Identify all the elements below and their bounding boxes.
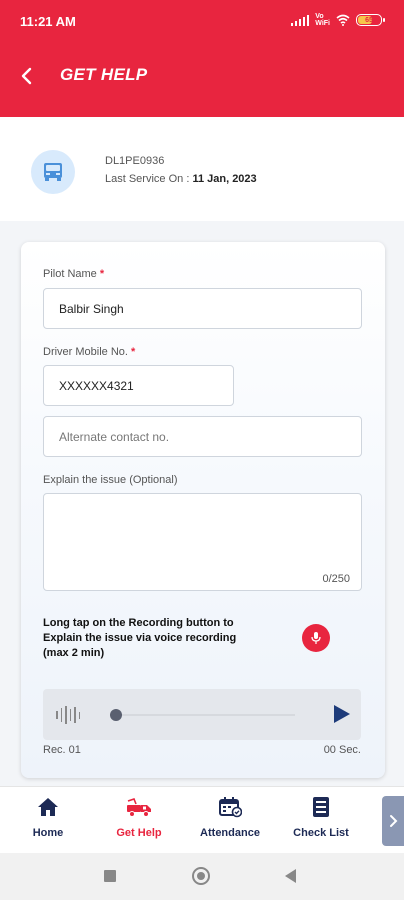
last-service-date: 11 Jan, 2023	[192, 173, 257, 185]
signal-icon	[290, 14, 310, 26]
nav-more-button[interactable]	[382, 796, 404, 846]
status-time: 11:21 AM	[20, 14, 76, 29]
back-button[interactable]	[14, 63, 38, 89]
chevron-left-icon	[21, 67, 32, 85]
issue-textarea[interactable]: 0/250	[43, 493, 362, 591]
calendar-icon	[190, 795, 270, 819]
driver-mobile-field[interactable]: XXXXXX4321	[43, 365, 234, 406]
nav-get-help-label: Get Help	[116, 827, 162, 839]
driver-mobile-value: XXXXXX4321	[59, 378, 134, 393]
issue-label: Explain the issue (Optional)	[43, 474, 178, 486]
home-circle-icon[interactable]	[192, 867, 210, 885]
playback-track[interactable]	[115, 714, 295, 716]
recent-apps-icon[interactable]	[104, 870, 116, 882]
vehicle-number: DL1PE0936	[105, 155, 165, 167]
nav-attendance[interactable]: Attendance	[190, 795, 270, 839]
pilot-name-field[interactable]: Balbir Singh	[43, 288, 362, 329]
nav-check-list-label: Check List	[293, 827, 349, 839]
nav-attendance-label: Attendance	[200, 827, 260, 839]
play-button[interactable]	[329, 702, 353, 726]
audio-player	[43, 689, 361, 740]
truck-tow-icon	[99, 795, 179, 819]
last-service: Last Service On : 11 Jan, 2023	[105, 173, 257, 185]
alternate-contact-field[interactable]: Alternate contact no.	[43, 416, 362, 457]
battery-icon: 65	[356, 14, 385, 26]
nav-get-help[interactable]: Get Help	[99, 795, 179, 839]
home-icon	[8, 795, 88, 819]
waveform-icon	[56, 706, 80, 724]
driver-mobile-label: Driver Mobile No. *	[43, 346, 136, 358]
app-header: 11:21 AM Vo WiFi 65 GET HELP	[0, 0, 404, 117]
nav-check-list[interactable]: Check List	[281, 795, 361, 839]
help-form-card: Pilot Name * Balbir Singh Driver Mobile …	[21, 242, 385, 778]
truck-icon	[31, 150, 75, 194]
checklist-icon	[281, 795, 361, 819]
status-icons: Vo WiFi 65	[290, 13, 385, 27]
wifi-icon	[336, 14, 350, 26]
vehicle-info: DL1PE0936 Last Service On : 11 Jan, 2023	[0, 117, 404, 221]
issue-char-counter: 0/250	[322, 573, 350, 585]
last-service-label: Last Service On :	[105, 173, 190, 185]
play-icon	[334, 705, 350, 723]
nav-home[interactable]: Home	[8, 795, 88, 839]
microphone-icon	[311, 632, 321, 644]
pilot-name-label: Pilot Name *	[43, 268, 105, 280]
bottom-nav: Home Get Help Attendance Check List	[0, 786, 404, 853]
system-nav-bar	[0, 853, 404, 900]
playback-seek-handle[interactable]	[110, 709, 122, 721]
chevron-right-icon	[390, 815, 398, 827]
record-button[interactable]	[302, 624, 330, 652]
alternate-contact-placeholder: Alternate contact no.	[59, 429, 170, 444]
recording-duration: 00 Sec.	[323, 744, 361, 756]
status-bar: 11:21 AM Vo WiFi 65	[0, 0, 404, 44]
page-title: GET HELP	[60, 65, 148, 84]
volte-wifi-indicator: Vo WiFi	[315, 13, 330, 27]
battery-level: 65	[365, 16, 373, 24]
recording-instruction: Long tap on the Recording button to Expl…	[43, 617, 237, 659]
nav-home-label: Home	[32, 827, 64, 839]
pilot-name-value: Balbir Singh	[59, 301, 124, 316]
system-back-icon[interactable]	[285, 869, 296, 883]
recording-name: Rec. 01	[43, 744, 81, 756]
